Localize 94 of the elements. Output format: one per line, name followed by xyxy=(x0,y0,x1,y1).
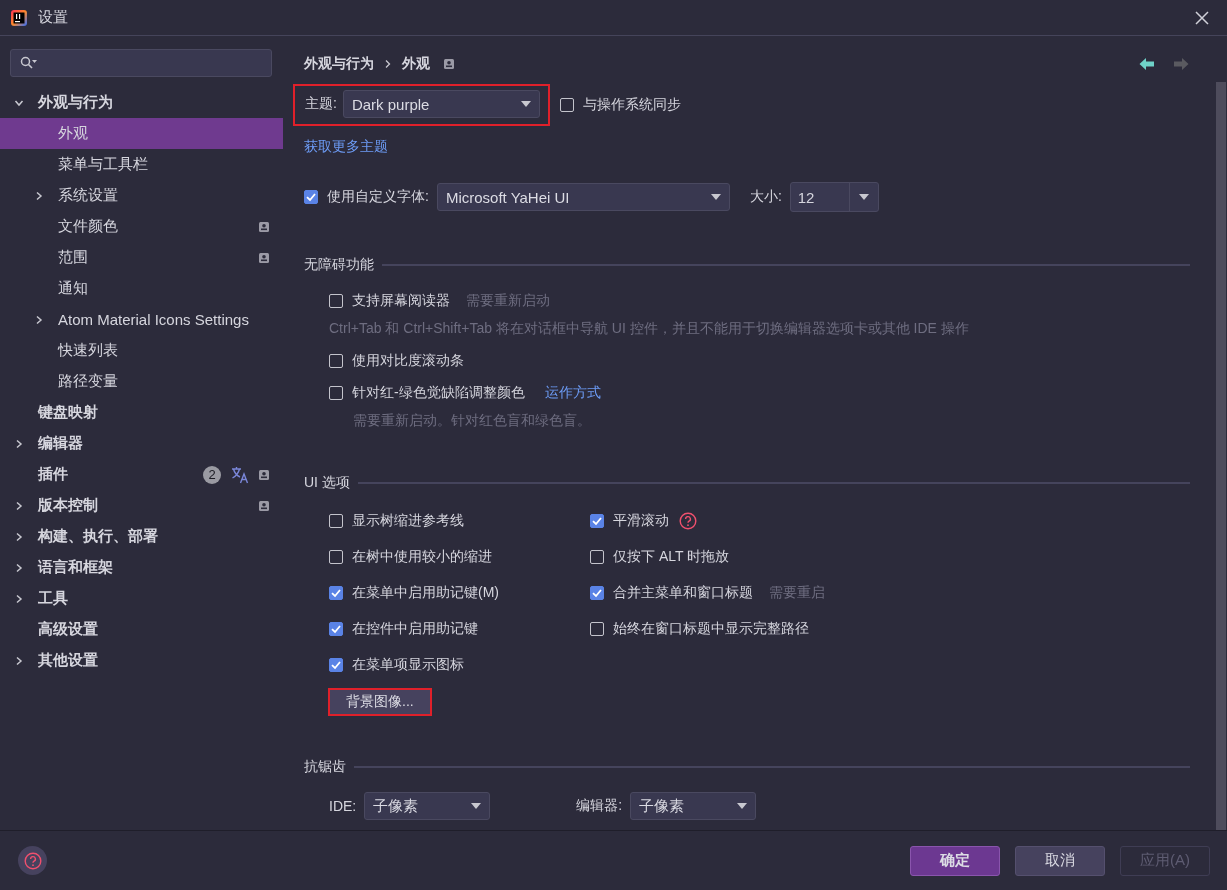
breadcrumb-item: 外观 xyxy=(402,55,430,73)
section-title: UI 选项 xyxy=(304,474,350,492)
sidebar-item[interactable]: 其他设置 xyxy=(0,645,283,676)
sidebar-item[interactable]: 编辑器 xyxy=(0,428,283,459)
checkbox[interactable] xyxy=(590,586,604,600)
caret-icon xyxy=(520,101,531,107)
sidebar-item[interactable]: 语言和框架 xyxy=(0,552,283,583)
option-label: 在菜单项显示图标 xyxy=(352,656,464,674)
caret-icon xyxy=(858,194,869,200)
dialog-button[interactable]: 取消 xyxy=(1015,845,1105,876)
size-combo-box[interactable]: 12 xyxy=(789,182,879,212)
sidebar-item[interactable]: 菜单与工具栏 xyxy=(0,149,283,180)
chevron-icon[interactable] xyxy=(14,562,24,573)
checkbox[interactable] xyxy=(329,514,343,528)
option-label: 与操作系统同步 xyxy=(582,96,681,114)
chevron-icon[interactable] xyxy=(34,314,44,325)
sidebar-item[interactable]: 文件颜色 xyxy=(0,211,283,242)
chevron-icon[interactable] xyxy=(14,655,24,666)
chevron-icon xyxy=(384,59,392,69)
theme-label: 主题: xyxy=(305,95,337,113)
checkbox[interactable] xyxy=(329,294,343,308)
option-label: 显示树缩进参考线 xyxy=(352,512,464,530)
caret-icon xyxy=(710,194,721,200)
checkbox[interactable] xyxy=(329,622,343,636)
option-label: 在控件中启用助记键 xyxy=(352,620,478,638)
restart-note: 需要重启 xyxy=(769,584,825,602)
checkbox[interactable] xyxy=(590,550,604,564)
sidebar-item[interactable]: 高级设置 xyxy=(0,614,283,645)
breadcrumb-item: 外观与行为 xyxy=(304,55,374,73)
field-label: 编辑器: xyxy=(576,797,623,815)
chevron-icon[interactable] xyxy=(14,500,24,511)
checkbox[interactable] xyxy=(329,550,343,564)
help-icon[interactable] xyxy=(679,512,697,530)
close-icon[interactable] xyxy=(1195,10,1209,25)
sidebar-item[interactable]: 通知 xyxy=(0,273,283,304)
section-title: 无障碍功能 xyxy=(304,256,374,274)
checkbox[interactable] xyxy=(590,514,604,528)
sidebar-item[interactable]: 键盘映射 xyxy=(0,397,283,428)
search-field[interactable] xyxy=(10,49,272,77)
help-button[interactable] xyxy=(18,846,47,875)
restart-note: 需要重新启动 xyxy=(466,292,550,310)
count-badge: 2 xyxy=(203,465,221,484)
option-label: 在树中使用较小的缩进 xyxy=(352,548,492,566)
option-label: 平滑滚动 xyxy=(613,512,669,530)
checkbox[interactable] xyxy=(329,386,343,400)
caret-icon xyxy=(737,803,748,809)
checkbox[interactable] xyxy=(329,586,343,600)
option-label: 始终在窗口标题中显示完整路径 xyxy=(613,620,809,638)
option-label: 合并主菜单和窗口标题 xyxy=(613,584,753,602)
sidebar-item[interactable]: 工具 xyxy=(0,583,283,614)
chevron-icon[interactable] xyxy=(14,531,24,542)
more-themes-link[interactable]: 获取更多主题 xyxy=(304,138,388,154)
section-title: 抗锯齿 xyxy=(304,758,346,776)
sidebar-item[interactable]: 范围 xyxy=(0,242,283,273)
app-logo-icon xyxy=(11,9,27,26)
size-label: 大小: xyxy=(749,188,782,206)
window-title: 设置 xyxy=(38,8,68,27)
checkbox[interactable] xyxy=(329,658,343,672)
sidebar-item[interactable]: 版本控制 xyxy=(0,490,283,521)
scrollbar[interactable] xyxy=(1216,82,1226,830)
caret-icon xyxy=(471,803,482,809)
font-dropdown[interactable]: Microsoft YaHei UI xyxy=(436,183,730,211)
checkbox[interactable] xyxy=(329,354,343,368)
antialiasing-dropdown[interactable]: 子像素 xyxy=(630,792,757,820)
option-hint: Ctrl+Tab 和 Ctrl+Shift+Tab 将在对话框中导航 UI 控件，并且不能用于切换编辑器选项卡或其他 IDE 操作 xyxy=(329,320,970,338)
sidebar-item[interactable]: 路径变量 xyxy=(0,366,283,397)
sidebar-item[interactable]: 快速列表 xyxy=(0,335,283,366)
sidebar-item[interactable]: 外观与行为 xyxy=(0,87,283,118)
chevron-icon[interactable] xyxy=(34,190,44,201)
checkbox[interactable] xyxy=(590,622,604,636)
search-icon xyxy=(20,56,38,70)
sidebar-item[interactable]: 插件 2 xyxy=(0,459,283,490)
sidebar-item[interactable]: 构建、执行、部署 xyxy=(0,521,283,552)
background-image-button[interactable]: 背景图像... xyxy=(328,688,432,716)
checkbox[interactable] xyxy=(559,98,574,112)
back-arrow-icon[interactable] xyxy=(1139,57,1155,71)
theme-dropdown[interactable]: Dark purple xyxy=(342,90,540,118)
option-label: 针对红-绿色觉缺陷调整颜色 xyxy=(352,384,525,402)
antialiasing-dropdown[interactable]: 子像素 xyxy=(364,792,491,820)
checkbox[interactable] xyxy=(304,190,318,204)
option-label: 使用对比度滚动条 xyxy=(352,352,464,370)
option-label: 在菜单中启用助记键(M) xyxy=(352,584,499,602)
option-hint: 需要重新启动。针对红色盲和绿色盲。 xyxy=(352,412,592,430)
sidebar-item[interactable]: Atom Material Icons Settings xyxy=(0,304,283,335)
dialog-button[interactable]: 确定 xyxy=(910,845,1000,876)
option-label: 使用自定义字体: xyxy=(327,188,429,206)
sidebar-item[interactable]: 系统设置 xyxy=(0,180,283,211)
option-label: 支持屏幕阅读器 xyxy=(352,292,450,310)
chevron-icon[interactable] xyxy=(14,438,24,449)
chevron-icon[interactable] xyxy=(14,593,24,604)
how-it-works-link[interactable]: 运作方式 xyxy=(544,384,601,402)
option-label: 仅按下 ALT 时拖放 xyxy=(613,548,730,566)
field-label: IDE: xyxy=(329,798,357,814)
sidebar-item[interactable]: 外观 xyxy=(0,118,283,149)
